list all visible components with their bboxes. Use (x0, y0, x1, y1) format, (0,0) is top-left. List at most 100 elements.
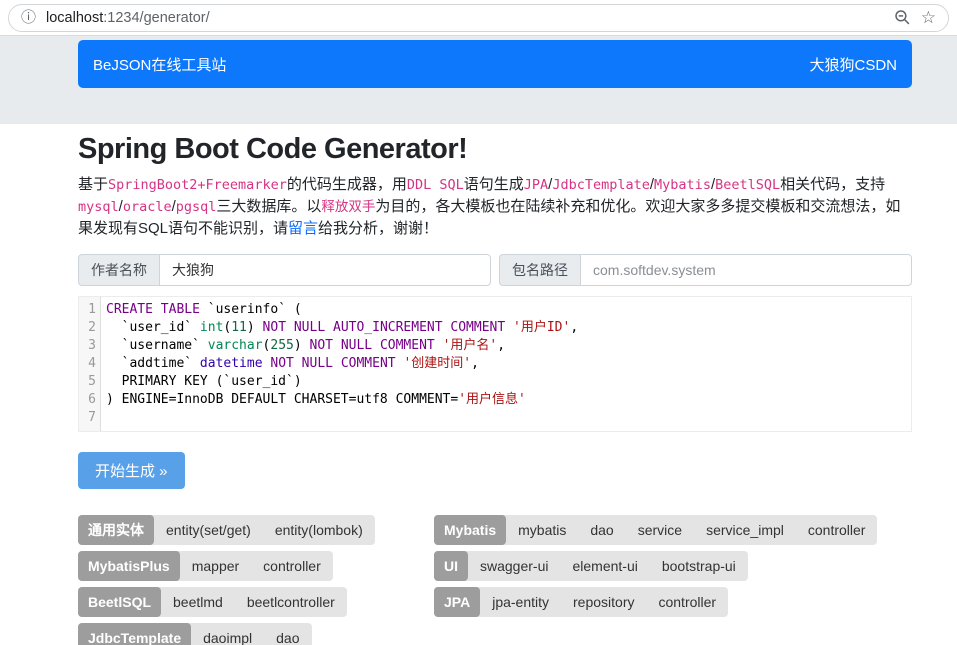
template-group-row: JPAjpa-entityrepositorycontroller (434, 587, 728, 617)
template-item-link[interactable]: element-ui (560, 551, 649, 581)
bookmark-star-icon[interactable]: ☆ (921, 9, 936, 26)
code-token: '创建时间' (403, 356, 471, 371)
line-number: 2 (79, 319, 96, 337)
generate-button[interactable]: 开始生成 » (78, 452, 185, 489)
template-groups: 通用实体entity(set/get)entity(lombok) Mybatis… (78, 515, 912, 645)
template-item-link[interactable]: beetlmd (161, 587, 235, 617)
inline-code: BeetlSQL (715, 177, 780, 193)
line-number: 6 (79, 391, 96, 409)
code-line: `username` varchar(255) NOT NULL COMMENT… (106, 337, 911, 355)
template-item-link[interactable]: bootstrap-ui (650, 551, 748, 581)
template-item-link[interactable]: beetlcontroller (235, 587, 347, 617)
code-line (106, 409, 911, 427)
template-group-row: BeetlSQLbeetlmdbeetlcontroller (78, 587, 347, 617)
url-text[interactable]: localhost:1234/generator/ (46, 10, 884, 26)
url-host: localhost (46, 10, 103, 26)
inline-code: 释放双手 (321, 199, 375, 215)
code-line: ) ENGINE=InnoDB DEFAULT CHARSET=utf8 COM… (106, 391, 911, 409)
package-label: 包名路径 (499, 254, 580, 286)
code-token: PRIMARY KEY (`user_id`) (106, 374, 302, 389)
code-area[interactable]: CREATE TABLE `userinfo` ( `user_id` int(… (101, 297, 911, 431)
text-run: 三大数据库。以 (216, 198, 321, 215)
template-group-row: 通用实体entity(set/get)entity(lombok) (78, 515, 375, 545)
template-item-link[interactable]: dao (578, 515, 625, 545)
page-info-icon[interactable]: ⓘ (21, 10, 36, 25)
inline-code: JPA (524, 177, 548, 193)
template-item-link[interactable]: service_impl (694, 515, 796, 545)
template-item-link[interactable]: controller (251, 551, 333, 581)
line-number: 3 (79, 337, 96, 355)
code-token: `user_id` (106, 320, 200, 335)
template-item-link[interactable]: entity(set/get) (154, 515, 263, 545)
template-group-label: JdbcTemplate (78, 623, 191, 645)
code-token: 11 (231, 320, 247, 335)
text-run: 语句生成 (464, 176, 524, 193)
message-link[interactable]: 留言 (288, 220, 318, 237)
code-token: datetime (200, 356, 263, 371)
inline-code: pgsql (176, 199, 217, 215)
code-token: varchar (208, 338, 263, 353)
code-token: '用户ID' (513, 320, 570, 335)
template-item-link[interactable]: swagger-ui (468, 551, 560, 581)
template-groups-right-column: Mybatismybatisdaoserviceservice_implcont… (434, 515, 877, 645)
template-item-link[interactable]: jpa-entity (480, 587, 561, 617)
author-label: 作者名称 (78, 254, 159, 286)
inline-code: mysql (78, 199, 119, 215)
zoom-indicator-icon[interactable] (894, 9, 911, 26)
code-line: `addtime` datetime NOT NULL COMMENT '创建时… (106, 355, 911, 373)
navbar: BeJSON在线工具站 大狼狗CSDN (78, 40, 912, 88)
text-run: 给我分析，谢谢！ (318, 220, 438, 237)
code-token: '用户信息' (458, 392, 526, 407)
template-item-link[interactable]: service (626, 515, 694, 545)
template-group-row: Mybatismybatisdaoserviceservice_implcont… (434, 515, 877, 545)
code-token: ) (294, 338, 310, 353)
text-run: 基于 (78, 176, 108, 193)
package-input-group: 包名路径 (499, 254, 912, 286)
line-number: 1 (79, 301, 96, 319)
text-run: 的代码生成器，用 (287, 176, 407, 193)
template-item-link[interactable]: controller (796, 515, 878, 545)
code-token (435, 338, 443, 353)
line-number: 4 (79, 355, 96, 373)
text-run: 相关代码，支持 (780, 176, 885, 193)
code-token: '用户名' (443, 338, 498, 353)
template-item-link[interactable]: dao (264, 623, 311, 645)
template-group-label: BeetlSQL (78, 587, 161, 617)
settings-form: 作者名称 包名路径 (78, 254, 912, 286)
line-number-gutter: 1234567 (79, 297, 101, 431)
template-group-label: JPA (434, 587, 480, 617)
address-bar[interactable]: ⓘ localhost:1234/generator/ ☆ (8, 4, 949, 32)
code-token: `userinfo` ( (200, 302, 302, 317)
sql-code-editor[interactable]: 1234567CREATE TABLE `userinfo` ( `user_i… (78, 296, 912, 432)
inline-code: SpringBoot2+Freemarker (108, 177, 287, 193)
template-group-label: UI (434, 551, 468, 581)
line-number: 5 (79, 373, 96, 391)
navbar-brand-link[interactable]: BeJSON在线工具站 (93, 54, 226, 75)
template-item-link[interactable]: mapper (180, 551, 251, 581)
package-input[interactable] (580, 254, 912, 286)
code-token: ) (247, 320, 263, 335)
code-token: `addtime` (106, 356, 200, 371)
code-line: `user_id` int(11) NOT NULL AUTO_INCREMEN… (106, 319, 911, 337)
navbar-right-link[interactable]: 大狼狗CSDN (809, 54, 897, 75)
template-group-row: MybatisPlusmappercontroller (78, 551, 333, 581)
code-token (505, 320, 513, 335)
inline-code: oracle (123, 199, 172, 215)
code-line: CREATE TABLE `userinfo` ( (106, 301, 911, 319)
template-item-link[interactable]: repository (561, 587, 646, 617)
code-token: CREATE TABLE (106, 302, 200, 317)
page-title: Spring Boot Code Generator! (78, 133, 912, 166)
code-line: PRIMARY KEY (`user_id`) (106, 373, 911, 391)
author-input[interactable] (159, 254, 491, 286)
template-item-link[interactable]: daoimpl (191, 623, 264, 645)
template-group-row: UIswagger-uielement-uibootstrap-ui (434, 551, 748, 581)
template-item-link[interactable]: entity(lombok) (263, 515, 375, 545)
inline-code: DDL SQL (407, 177, 464, 193)
code-token: ) ENGINE=InnoDB DEFAULT CHARSET=utf8 COM… (106, 392, 458, 407)
inline-code: JdbcTemplate (552, 177, 650, 193)
template-item-link[interactable]: controller (646, 587, 728, 617)
template-item-link[interactable]: mybatis (506, 515, 578, 545)
template-group-row: JdbcTemplatedaoimpldao (78, 623, 312, 645)
code-token: NOT NULL COMMENT (310, 338, 435, 353)
url-path: :1234/generator/ (103, 10, 209, 26)
